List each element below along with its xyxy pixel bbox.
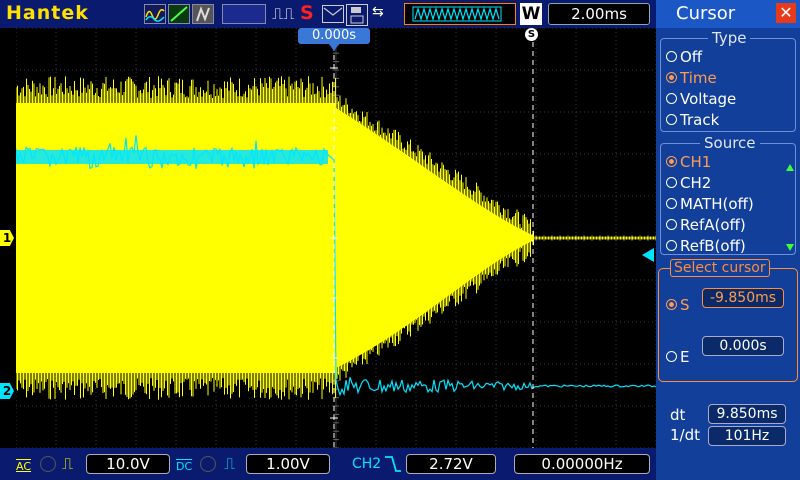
e-cursor-value[interactable]: 0.000s — [702, 336, 784, 356]
source-option-ch2[interactable]: CH2 — [666, 174, 754, 195]
ch1-marker-label: 1 — [2, 231, 12, 245]
s-radio-icon — [666, 299, 677, 310]
floppy-icon — [350, 7, 364, 24]
type-section-title: Type — [708, 29, 751, 47]
scroll-down-icon[interactable] — [786, 244, 794, 251]
radio-icon — [666, 219, 677, 230]
wave-icon — [145, 8, 165, 22]
trigger-arrow-icon — [329, 44, 339, 51]
status-blank-box — [222, 4, 266, 24]
inv-dt-label: 1/dt — [670, 426, 700, 444]
ch2-marker-label: 2 — [2, 384, 12, 398]
ch1-probe-icon: ⎍ — [62, 454, 74, 473]
source-option-label: CH2 — [680, 174, 712, 192]
memory-wave-icon — [412, 6, 502, 22]
line-icon — [170, 6, 188, 22]
ch1-bw-icon — [40, 456, 56, 472]
scroll-up-icon[interactable] — [786, 164, 794, 171]
panel-title: Cursor — [676, 3, 736, 24]
type-options: Off Time Voltage Track — [666, 48, 736, 132]
radio-icon — [666, 156, 677, 167]
radio-icon — [666, 198, 677, 209]
dt-label: dt — [670, 406, 686, 424]
ch2-scale[interactable]: 1.00V — [246, 454, 330, 474]
trigger-level-marker[interactable] — [642, 248, 654, 262]
type-option-label: Voltage — [680, 90, 737, 108]
save-icon[interactable] — [346, 4, 368, 26]
e-cursor-option[interactable]: E — [666, 348, 689, 366]
s-cursor-option[interactable]: S — [666, 296, 690, 314]
memory-depth-bar[interactable] — [404, 3, 516, 25]
source-option-refb-off[interactable]: RefB(off) — [666, 237, 754, 258]
trigger-level[interactable]: 2.72V — [406, 454, 496, 474]
source-option-label: MATH(off) — [680, 195, 754, 213]
s-cursor-letter: S — [527, 29, 536, 40]
ch2-ground-marker[interactable]: 2 — [0, 383, 14, 399]
ch2-noise-band — [16, 150, 328, 164]
ch1-scale[interactable]: 10.0V — [86, 454, 170, 474]
usb-icon[interactable]: ⇆ — [372, 4, 396, 24]
s-cursor-marker[interactable]: S — [525, 28, 538, 41]
trigger-time: 0.000s — [312, 28, 356, 43]
radio-icon — [666, 72, 677, 83]
dt-value: 9.850ms — [708, 404, 786, 424]
e-label: E — [680, 348, 690, 366]
envelope-icon — [323, 7, 343, 16]
source-option-ch1[interactable]: CH1 — [666, 153, 754, 174]
mail-icon[interactable] — [322, 5, 344, 23]
persist-icon — [196, 6, 210, 22]
source-section-title: Source — [700, 134, 760, 152]
radio-icon — [666, 240, 677, 251]
type-option-label: Time — [680, 69, 717, 87]
stop-state-indicator[interactable]: S — [300, 2, 314, 24]
radio-icon — [666, 93, 677, 104]
radio-icon — [666, 51, 677, 62]
persistence-icon[interactable] — [192, 4, 214, 24]
inv-dt-value: 101Hz — [708, 426, 786, 446]
radio-icon — [666, 177, 677, 188]
source-option-label: RefB(off) — [680, 237, 746, 255]
e-radio-icon — [666, 351, 677, 362]
source-option-label: CH1 — [680, 153, 712, 171]
ch1-ground-marker[interactable]: 1 — [0, 230, 14, 246]
type-option-time[interactable]: Time — [666, 69, 736, 90]
timebase-readout[interactable]: 2.00ms — [548, 3, 650, 25]
ch2-probe-icon: ⎍ — [224, 454, 236, 473]
waveform-display[interactable] — [15, 27, 657, 449]
type-option-label: Off — [680, 48, 703, 66]
ch2-bw-icon — [200, 456, 216, 472]
run-square-icon[interactable]: ⎍⎍ — [272, 4, 294, 24]
falling-edge-icon — [384, 454, 402, 478]
type-option-off[interactable]: Off — [666, 48, 736, 69]
source-options: CH1 CH2 MATH(off) RefA(off) RefB(off) — [666, 153, 754, 258]
waveform-button[interactable]: W — [520, 3, 542, 25]
trigger-position-badge[interactable]: 0.000s — [298, 28, 370, 44]
acquire-wave-icon[interactable] — [144, 4, 166, 24]
type-option-label: Track — [680, 111, 720, 129]
s-label: S — [680, 296, 690, 314]
trigger-source[interactable]: CH2 — [352, 456, 381, 472]
type-option-track[interactable]: Track — [666, 111, 736, 132]
type-option-voltage[interactable]: Voltage — [666, 90, 736, 111]
source-option-refa-off[interactable]: RefA(off) — [666, 216, 754, 237]
brand-logo: Hantek — [6, 2, 89, 24]
s-cursor-value[interactable]: -9.850ms — [702, 288, 784, 308]
display-vector-icon[interactable] — [168, 4, 190, 24]
ch2-coupling-icon[interactable]: DC — [176, 460, 192, 473]
source-option-label: RefA(off) — [680, 216, 746, 234]
ch1-coupling-icon[interactable]: AC — [16, 460, 31, 473]
waveform-canvas — [15, 27, 657, 449]
radio-icon — [666, 114, 677, 125]
source-option-math-off[interactable]: MATH(off) — [666, 195, 754, 216]
close-button[interactable]: ✕ — [776, 3, 796, 23]
frequency-counter: 0.00000Hz — [514, 454, 650, 474]
select-cursor-title: Select cursor — [670, 259, 770, 277]
